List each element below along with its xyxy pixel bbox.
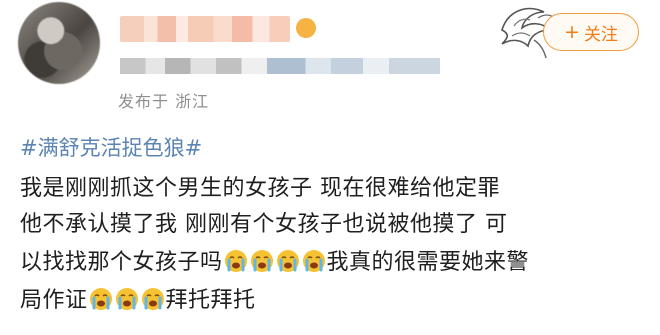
post-text-line-3: 以找找那个女孩子吗 我真的很需要她来警 xyxy=(20,244,529,276)
avatar[interactable] xyxy=(18,2,100,84)
crying-face-icon xyxy=(302,250,325,272)
crying-face-icon xyxy=(276,250,299,272)
post-text-segment: 我真的很需要她来警 xyxy=(326,250,530,275)
post-text-line-1: 我是刚刚抓这个男生的女孩子 现在很难给他定罪 xyxy=(20,176,500,201)
post-location: 发布于 浙江 xyxy=(118,92,210,111)
crying-face-icon xyxy=(115,288,138,310)
post-text-segment: 以找找那个女孩子吗 xyxy=(20,250,223,275)
post-text-segment: 拜托拜托 xyxy=(165,288,256,313)
crying-face-icon xyxy=(141,288,164,310)
post-text-line-4: 局作证 拜托拜托 xyxy=(20,282,256,314)
follow-label: 关注 xyxy=(583,24,618,45)
post-text-line-2: 他不承认摸了我 刚刚有个女孩子也说被他摸了 可 xyxy=(20,212,508,237)
post-text-segment: 局作证 xyxy=(20,288,88,313)
plus-icon: + xyxy=(564,20,580,43)
post-meta-blurred xyxy=(120,58,440,74)
weibo-post-card: 发布于 浙江 + 关注 #满舒克活捉色狼# 我是刚刚抓这个男生的女孩子 现在很难… xyxy=(0,0,660,335)
follow-button[interactable]: + 关注 xyxy=(543,13,639,51)
verified-badge-icon xyxy=(296,18,316,38)
crying-face-icon xyxy=(250,250,273,272)
hashtag-link[interactable]: #满舒克活捉色狼# xyxy=(20,132,202,162)
crying-face-icon xyxy=(224,250,247,272)
crying-face-icon xyxy=(89,288,112,310)
username-blurred[interactable] xyxy=(120,16,290,42)
